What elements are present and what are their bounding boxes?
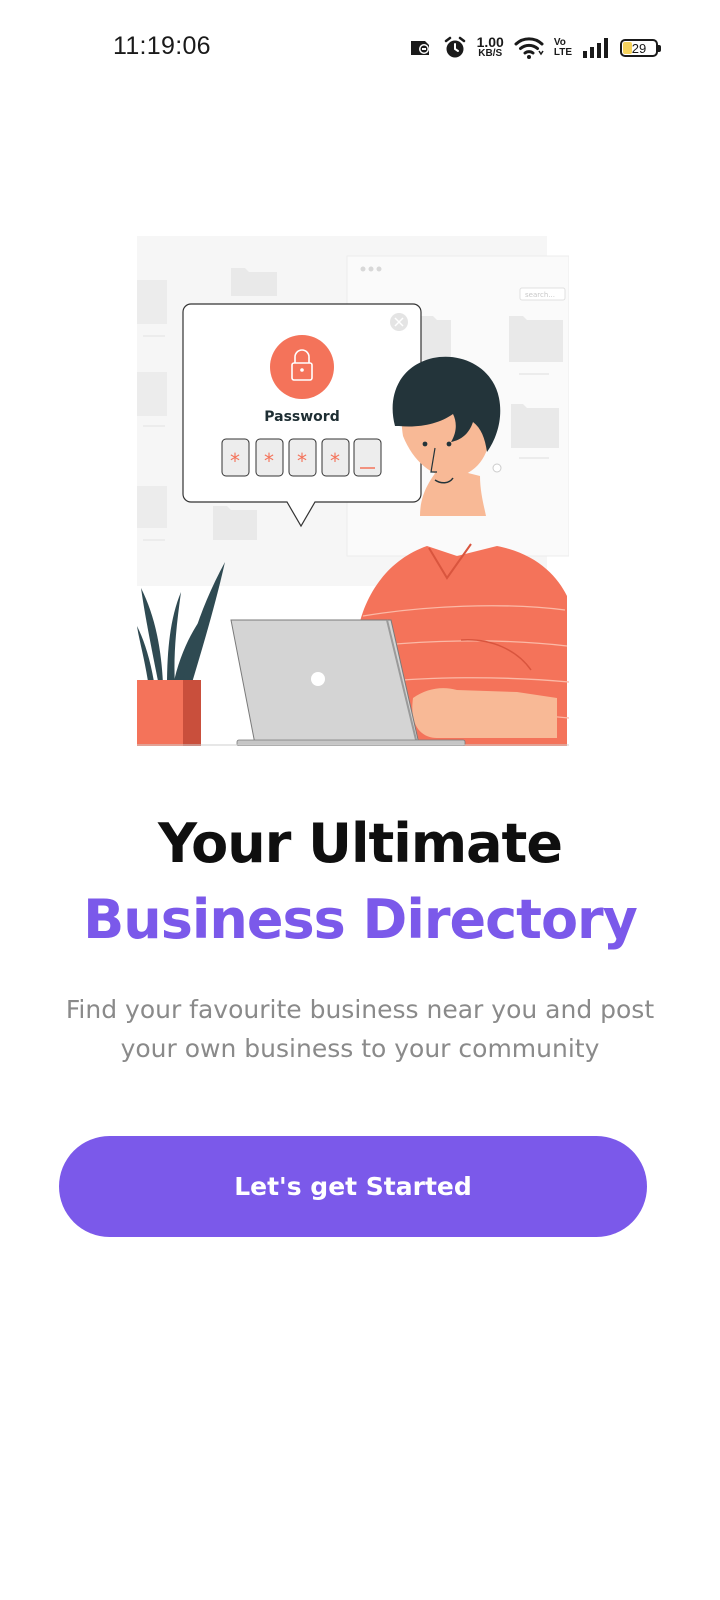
- status-bar: 11:19:06 1.00 KB/S Vo LTE 29: [0, 0, 720, 96]
- notification-icon: [409, 38, 433, 58]
- volte-indicator: Vo LTE: [553, 37, 572, 58]
- svg-text:Password: Password: [264, 409, 339, 425]
- subtitle: Find your favourite business near you an…: [65, 995, 655, 1063]
- headline-line-2: Business Directory: [83, 888, 638, 951]
- svg-text:*: *: [297, 449, 307, 473]
- wifi-icon: [514, 36, 544, 60]
- hero-illustration: search... Password * * * *: [137, 236, 570, 747]
- alarm-icon: [443, 36, 467, 60]
- headline-line-1: Your Ultimate: [158, 812, 563, 875]
- status-icons: 1.00 KB/S Vo LTE 29: [409, 30, 661, 66]
- status-time: 11:19:06: [113, 32, 211, 60]
- get-started-button[interactable]: Let's get Started: [59, 1136, 647, 1237]
- battery-icon: 29: [620, 39, 661, 57]
- svg-text:*: *: [330, 449, 340, 473]
- headline: Your Ultimate Business Directory: [0, 808, 720, 960]
- svg-text:search...: search...: [525, 291, 555, 299]
- svg-text:*: *: [230, 449, 240, 473]
- svg-text:*: *: [264, 449, 274, 473]
- network-speed: 1.00 KB/S: [476, 34, 504, 59]
- signal-icon: [582, 37, 610, 59]
